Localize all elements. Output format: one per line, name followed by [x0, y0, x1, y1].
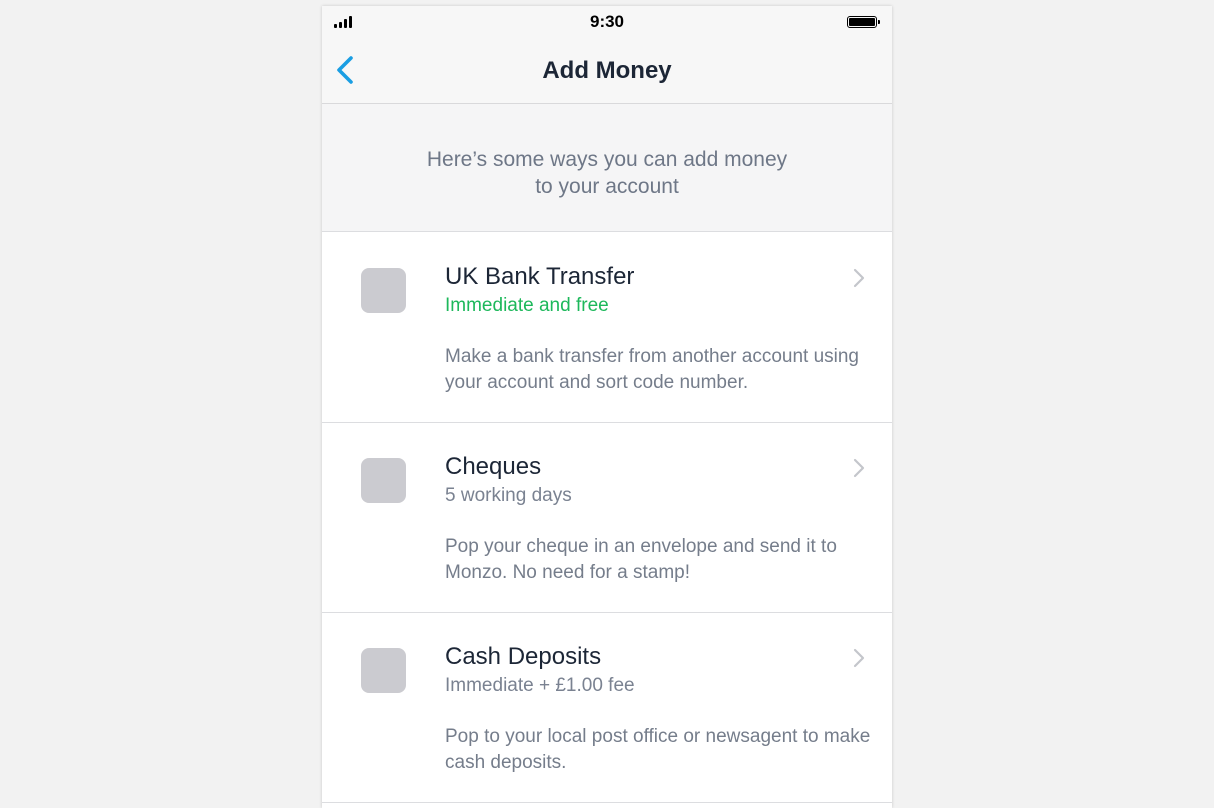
option-title: Cheques	[445, 453, 542, 480]
intro-banner: Here’s some ways you can add money to yo…	[322, 104, 892, 232]
battery-icon	[847, 16, 877, 28]
chevron-right-icon	[853, 458, 865, 478]
option-subtitle: Immediate and free	[445, 295, 609, 316]
battery-cap	[878, 20, 880, 24]
cheque-icon	[361, 458, 406, 503]
option-subtitle: Immediate + £1.00 fee	[445, 675, 635, 696]
cash-deposit-icon	[361, 648, 406, 693]
option-cheques[interactable]: Cheques 5 working days Pop your cheque i…	[322, 423, 892, 613]
option-title: Cash Deposits	[445, 643, 602, 670]
page-title: Add Money	[542, 57, 672, 84]
option-uk-bank-transfer[interactable]: UK Bank Transfer Immediate and free Make…	[322, 233, 892, 423]
chevron-right-icon	[853, 268, 865, 288]
intro-text: Here’s some ways you can add money to yo…	[392, 146, 822, 200]
option-cash-deposits[interactable]: Cash Deposits Immediate + £1.00 fee Pop …	[322, 613, 892, 803]
option-description: Make a bank transfer from another accoun…	[445, 346, 860, 393]
chevron-right-icon	[853, 648, 865, 668]
option-description: Pop to your local post office or newsage…	[445, 726, 871, 773]
option-title: UK Bank Transfer	[445, 263, 635, 290]
option-subtitle: 5 working days	[445, 485, 572, 506]
phone-screen: 9:30 Add Money Here’s some ways you can …	[322, 6, 892, 808]
status-time: 9:30	[589, 12, 625, 31]
bank-transfer-icon	[361, 268, 406, 313]
option-description: Pop your cheque in an envelope and send …	[445, 536, 837, 583]
intro-line-2: to your account	[535, 175, 679, 198]
navigation-bar: 9:30 Add Money	[322, 6, 892, 104]
intro-line-1: Here’s some ways you can add money	[426, 148, 788, 171]
